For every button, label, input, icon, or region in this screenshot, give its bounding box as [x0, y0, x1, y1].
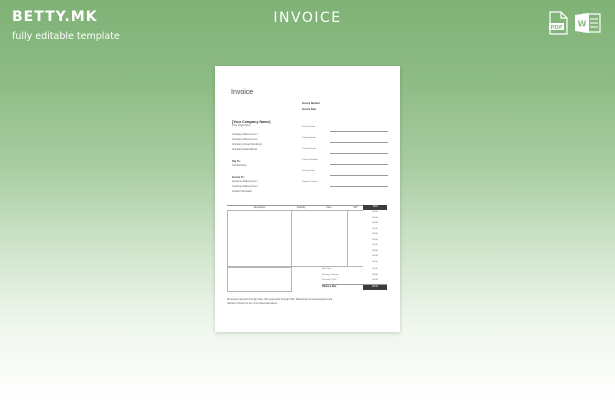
company-line: Company Email Address	[232, 149, 258, 151]
th-vat: VAT	[353, 206, 358, 209]
summary-label: Delivery Charges	[322, 273, 339, 276]
summary-label: Sub-Total	[322, 268, 332, 270]
right-field-label: Payment Terms	[302, 181, 318, 183]
bill-to-label: Invoice To:	[232, 176, 245, 179]
th-description: Description	[253, 206, 266, 209]
amount-cell: 00.00	[372, 255, 378, 257]
right-field-label: Delivery Date	[302, 170, 316, 172]
quantity-price-column	[292, 210, 348, 267]
field-line	[330, 186, 388, 187]
summary-value: 00.00	[372, 268, 378, 270]
th-total: Total	[363, 205, 387, 210]
company-origin: [Your Origin Here]	[232, 125, 251, 127]
word-icon-graphic: W	[575, 13, 601, 33]
field-line	[330, 175, 388, 176]
amount-cell: 00.00	[372, 227, 378, 230]
bill-to-line: Contact Information	[232, 191, 253, 193]
word-label: W	[578, 20, 587, 29]
right-field-label: Ordered From	[302, 148, 316, 150]
footer-note-line: Cashier's Checks for any of the listed a…	[227, 302, 278, 305]
amount-cell: 00.00	[372, 211, 378, 213]
amount-cell: 00.00	[372, 249, 378, 252]
vat-column	[348, 210, 363, 267]
right-field-label: Contact Number	[302, 159, 318, 161]
amount-cell: 00.00	[372, 238, 378, 241]
field-line	[330, 131, 388, 132]
page-title: INVOICE	[273, 10, 342, 26]
pay-to-label: Pay To:	[232, 160, 241, 163]
word-file-icon[interactable]: W	[574, 11, 602, 40]
field-line	[330, 142, 388, 143]
summary-value: 00.00	[372, 279, 378, 281]
amount-cell: 00.00	[372, 222, 378, 224]
field-line	[330, 153, 388, 154]
invoice-date-label: Invoice Date	[302, 108, 317, 111]
invoice-number-label: Invoice Number	[302, 102, 320, 105]
invoice-title: Invoice	[231, 89, 254, 96]
bill-to-line: Customer Address Line 2	[232, 186, 258, 188]
th-quantity: Quantity	[296, 206, 306, 209]
summary-label: Discount / Offs	[322, 279, 337, 281]
company-line: Company Address Line 1	[232, 134, 258, 136]
balance-due-label: Balance Due	[322, 285, 337, 288]
th-price: Price	[326, 206, 332, 209]
tagline: fully editable template	[12, 31, 120, 42]
field-line	[330, 164, 388, 165]
amount-cell: 00.00	[372, 233, 378, 235]
amount-cell: 00.00	[372, 260, 378, 263]
summary-value: 00.00	[372, 273, 378, 276]
company-line: Company Address Line 2	[232, 139, 258, 141]
notes-box	[227, 267, 292, 292]
amount-cell: 00.00	[372, 216, 378, 219]
balance-due-value: 00.00	[363, 284, 387, 290]
pdf-file-icon[interactable]: PDF	[548, 11, 568, 40]
invoice-preview[interactable]: Invoice [Your Company Name] [Your Origin…	[215, 66, 400, 332]
amount-cell: 00.00	[372, 244, 378, 246]
bill-to-line: Customer Address Line 1	[232, 181, 258, 183]
right-field-label: Date of Order	[302, 126, 316, 128]
right-field-label: Order Number	[302, 137, 316, 139]
pay-to-line: Contact Name	[232, 165, 247, 167]
pdf-label: PDF	[550, 25, 563, 31]
description-column	[227, 210, 292, 267]
company-line: Company Contact Number(s)	[232, 144, 262, 146]
company-name: [Your Company Name]	[232, 120, 271, 124]
pdf-icon-graphic: PDF	[549, 11, 568, 35]
